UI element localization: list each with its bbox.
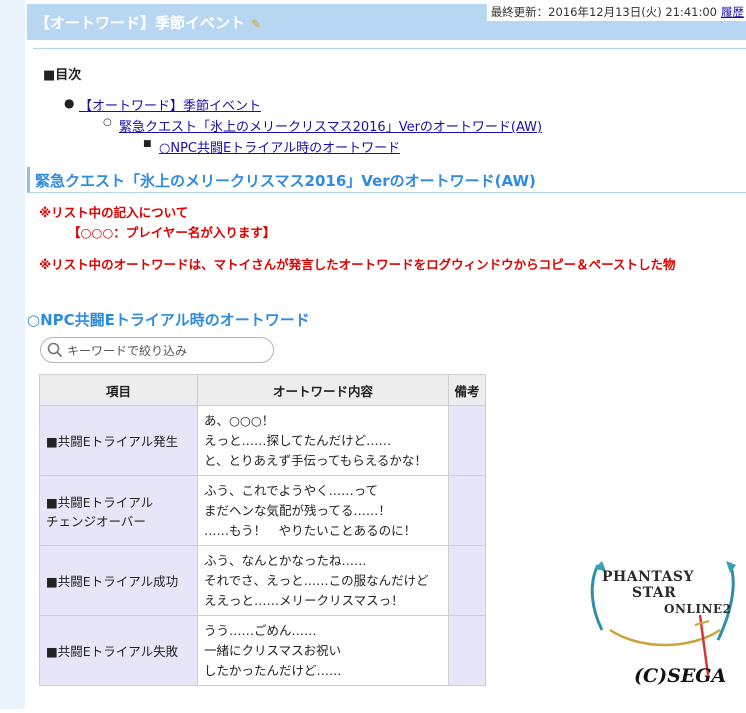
item-label: ■共闘Eトライアル失敗: [46, 644, 179, 659]
toc-item-level-3[interactable]: ○NPC共闘Eトライアル時のオートワード: [159, 137, 400, 156]
remarks-cell: [448, 615, 486, 686]
table-row: ■共闘Eトライアル発生 あ、○○○！ えっと……探してたんだけど…… と、とりあ…: [39, 405, 486, 476]
autoword-table: 項目 オートワード内容 備考 ■共闘Eトライアル発生 あ、○○○！ えっと……探…: [39, 374, 486, 686]
pencil-icon[interactable]: ✎: [251, 17, 261, 31]
toc-title: ■目次: [43, 68, 82, 83]
content-line: と、とりあえず手伝ってもらえるかな！: [204, 452, 427, 468]
item-label: ■共闘Eトライアル発生: [46, 434, 179, 449]
last-updated-text: 最終更新：2016年12月13日(火) 21:41:00: [490, 5, 717, 19]
toc-item-level-1[interactable]: 【オートワード】季節イベント: [79, 95, 261, 114]
toc-bullet-disc: ●: [64, 96, 75, 110]
item-cell: ■共闘Eトライアル発生: [39, 405, 198, 476]
content-line: したかったんだけど……: [204, 662, 342, 678]
page-title-text: 【オートワード】季節イベント: [35, 14, 246, 32]
toc-bullet-circle: ○: [103, 117, 112, 128]
logo-title: PHANTASY STAR ONLINE2: [602, 569, 732, 616]
subsection-heading: ○NPC共闘Eトライアル時のオートワード: [27, 311, 310, 329]
last-updated-info: 最終更新：2016年12月13日(火) 21:41:00 履歴: [486, 4, 746, 21]
item-cell: ■共闘Eトライアル成功: [39, 545, 198, 616]
remarks-cell: [448, 405, 486, 476]
content-cell: ふう、なんとかなったね…… それでさ、えっと……この服なんだけど ええっと……メ…: [197, 545, 449, 616]
toc-link[interactable]: 緊急クエスト「氷上のメリークリスマス2016」Verのオートワード(AW): [119, 120, 542, 135]
remarks-cell: [448, 545, 486, 616]
page-title: 【オートワード】季節イベント ✎: [35, 12, 261, 33]
item-label: ■共闘Eトライアル: [46, 494, 154, 510]
search-icon: [47, 342, 63, 358]
content-line: えっと……探してたんだけど……: [204, 432, 392, 448]
history-link[interactable]: 履歴: [721, 5, 744, 19]
section-heading: 緊急クエスト「氷上のメリークリスマス2016」Verのオートワード(AW): [27, 167, 746, 193]
content-line: それでさ、えっと……この服なんだけど: [204, 572, 429, 588]
copyright-sega: (C)SEGA: [634, 665, 727, 687]
column-header-remarks[interactable]: 備考: [448, 374, 486, 406]
toc-link[interactable]: ○NPC共闘Eトライアル時のオートワード: [159, 141, 400, 156]
table-row: ■共闘Eトライアル チェンジオーバー ふう、これでようやく……って まだヘンな気…: [39, 475, 486, 546]
content-line: ふう、これでようやく……って: [204, 482, 379, 498]
content-cell: ふう、これでようやく……って まだヘンな気配が残ってる……！ ……もう！ やりた…: [197, 475, 449, 546]
remarks-cell: [448, 475, 486, 546]
left-sidebar-strip: [0, 0, 25, 709]
table-row: ■共闘Eトライアル失敗 うう……ごめん…… 一緒にクリスマスお祝い したかったん…: [39, 615, 486, 686]
column-header-item[interactable]: 項目: [39, 374, 198, 406]
search-box[interactable]: [40, 337, 274, 363]
table-header-row: 項目 オートワード内容 備考: [39, 374, 486, 406]
column-header-content[interactable]: オートワード内容: [197, 374, 449, 406]
section-heading-text: 緊急クエスト「氷上のメリークリスマス2016」Verのオートワード(AW): [35, 172, 536, 190]
table-row: ■共闘Eトライアル成功 ふう、なんとかなったね…… それでさ、えっと……この服な…: [39, 545, 486, 616]
pso2-logo: PHANTASY STAR ONLINE2 (C)SEGA: [580, 555, 746, 709]
page-title-bar: 【オートワード】季節イベント ✎ 最終更新：2016年12月13日(火) 21:4…: [27, 4, 746, 40]
content-line: ふう、なんとかなったね……: [204, 552, 367, 568]
item-label: チェンジオーバー: [46, 513, 146, 529]
content-line: ……もう！ やりたいことあるのに！: [204, 522, 417, 538]
content-line: うう……ごめん……: [204, 622, 317, 638]
content-line: まだヘンな気配が残ってる……！: [204, 502, 391, 518]
content-cell: うう……ごめん…… 一緒にクリスマスお祝い したかったんだけど……: [197, 615, 449, 686]
content-line: ええっと……メリークリスマスっ！: [204, 592, 404, 608]
content-line: 一緒にクリスマスお祝い: [204, 642, 342, 658]
toc-bullet-square: ■: [143, 139, 152, 149]
item-cell: ■共闘Eトライアル チェンジオーバー: [39, 475, 198, 546]
note-player-name: 【○○○：プレイヤー名が入ります】: [68, 225, 276, 240]
toc-link[interactable]: 【オートワード】季節イベント: [79, 99, 261, 114]
note-entry-heading: ※リスト中の記入について: [39, 205, 189, 220]
item-cell: ■共闘Eトライアル失敗: [39, 615, 198, 686]
content-cell: あ、○○○！ えっと……探してたんだけど…… と、とりあえず手伝ってもらえるかな…: [197, 405, 449, 476]
note-copy-source: ※リスト中のオートワードは、マトイさんが発言したオートワードをログウィンドウから…: [39, 257, 676, 272]
item-label: ■共闘Eトライアル成功: [46, 574, 179, 589]
content-line: あ、○○○！: [204, 412, 275, 428]
search-input[interactable]: [65, 341, 269, 361]
title-divider: [33, 48, 746, 49]
toc-item-level-2[interactable]: 緊急クエスト「氷上のメリークリスマス2016」Verのオートワード(AW): [119, 116, 542, 135]
